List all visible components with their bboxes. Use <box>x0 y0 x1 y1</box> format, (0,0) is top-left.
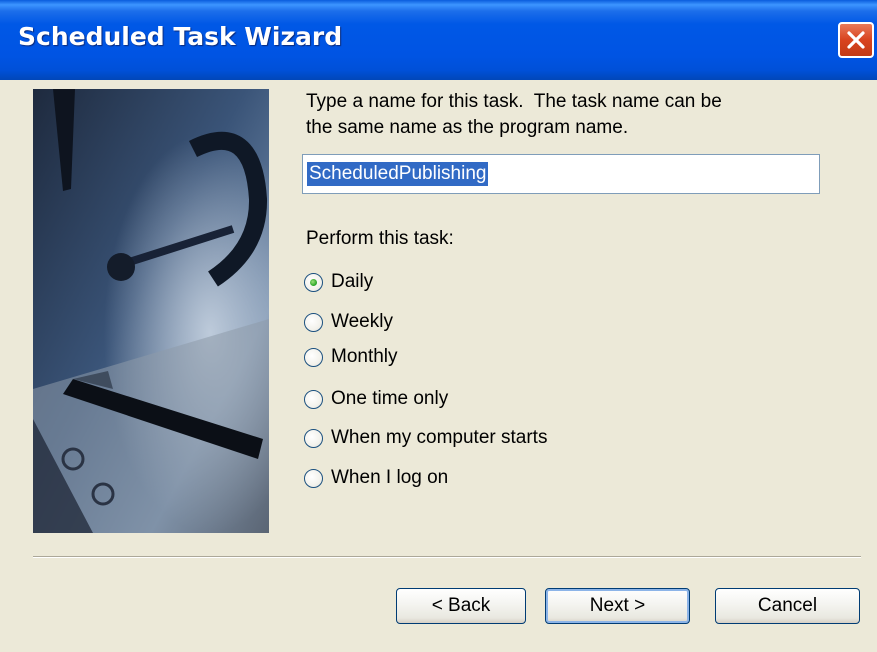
option-daily[interactable]: Daily <box>304 268 373 296</box>
wizard-window: Scheduled Task Wizard Type a name for th… <box>0 0 877 652</box>
option-label: Daily <box>331 271 374 292</box>
cancel-button[interactable]: Cancel <box>715 588 860 624</box>
option-one-time-only[interactable]: One time only <box>304 385 448 413</box>
option-label: Monthly <box>331 346 398 367</box>
task-name-prompt: Type a name for this task. The task name… <box>306 89 846 141</box>
prompt-line-2: the same name as the program name. <box>306 117 629 138</box>
radio-button[interactable] <box>304 312 323 332</box>
window-title: Scheduled Task Wizard <box>18 22 343 51</box>
radio-button[interactable] <box>304 428 323 448</box>
option-weekly[interactable]: Weekly <box>304 308 393 336</box>
close-button[interactable] <box>838 22 874 58</box>
task-name-value: ScheduledPublishing <box>307 162 489 186</box>
option-label: Weekly <box>331 311 393 332</box>
option-when-i-log-on[interactable]: When I log on <box>304 464 448 492</box>
option-label: When my computer starts <box>331 427 548 448</box>
back-button[interactable]: < Back <box>396 588 526 624</box>
radio-button[interactable] <box>304 468 323 488</box>
radio-button-checked[interactable] <box>304 272 323 292</box>
radio-button[interactable] <box>304 389 323 409</box>
perform-task-label: Perform this task: <box>306 228 454 249</box>
clock-and-pen-image <box>33 89 269 533</box>
radio-button[interactable] <box>304 347 323 367</box>
option-label: One time only <box>331 388 449 409</box>
option-when-computer-starts[interactable]: When my computer starts <box>304 424 547 452</box>
option-monthly[interactable]: Monthly <box>304 343 398 371</box>
option-label: When I log on <box>331 467 449 488</box>
task-name-input[interactable]: ScheduledPublishing <box>302 154 820 194</box>
button-divider <box>33 556 861 558</box>
prompt-line-1: Type a name for this task. The task name… <box>306 91 722 112</box>
close-icon <box>847 31 865 49</box>
title-bar[interactable]: Scheduled Task Wizard <box>0 0 877 80</box>
next-button[interactable]: Next > <box>545 588 690 624</box>
